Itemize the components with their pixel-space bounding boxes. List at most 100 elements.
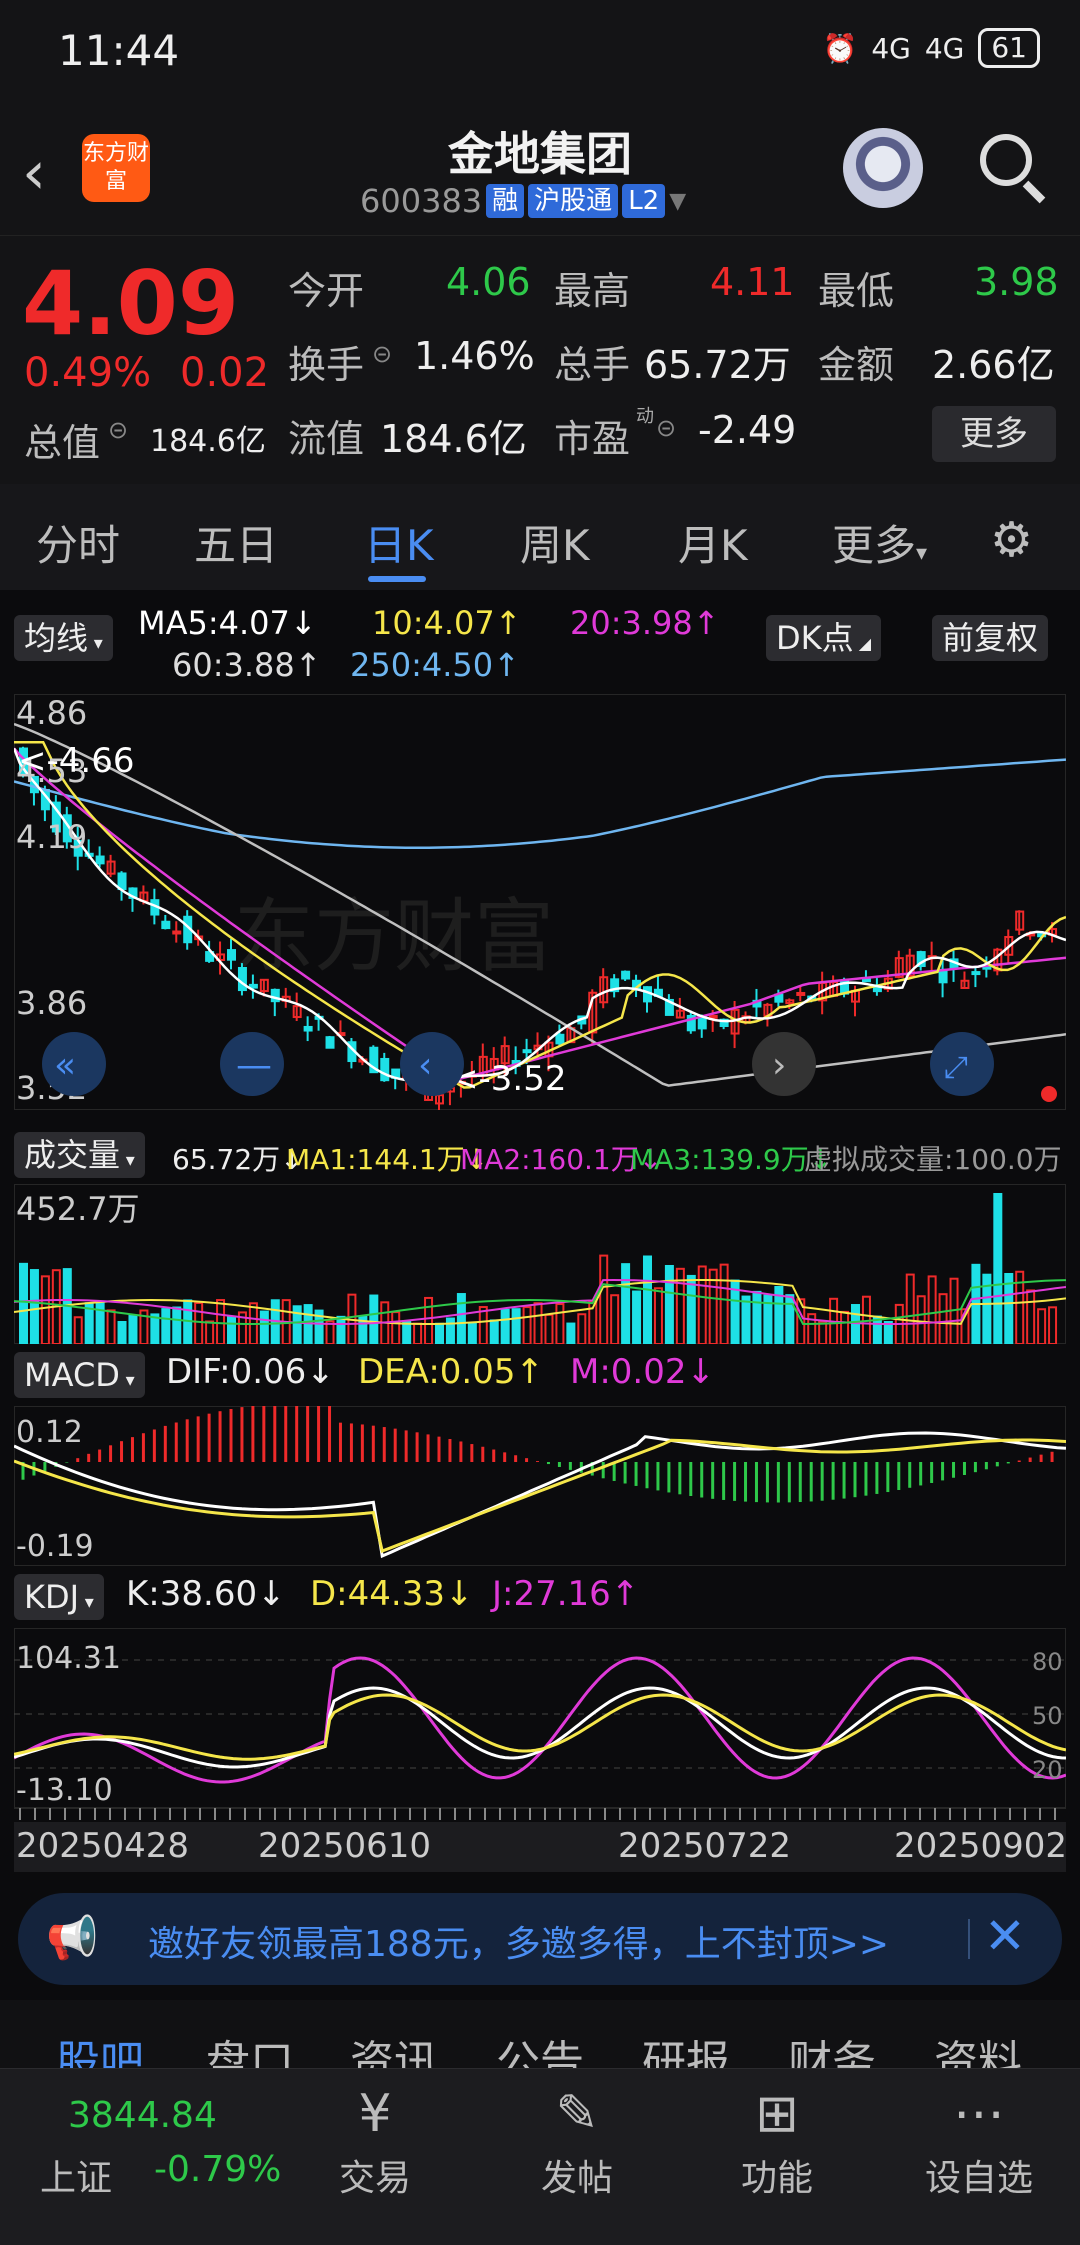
tab-news[interactable]: 资讯 [350,2026,438,2070]
kdj-80-label: 80 [1032,1648,1063,1676]
battery-icon: 61 [978,28,1040,68]
grid-icon: ⊞ [755,2084,799,2144]
volume-bar [643,1255,652,1344]
index-change[interactable]: -0.79% [154,2149,281,2190]
macd-selector[interactable]: MACD ▾ [14,1352,145,1398]
volume-bar [916,1295,926,1344]
nav-functions[interactable]: ⊞ 功能 [712,2079,842,2201]
macd-top-label: 0.12 [16,1415,83,1450]
tab-intraday[interactable]: 分时 [36,512,120,573]
info-icon[interactable]: ⊝ [656,414,676,442]
volume-selector[interactable]: 成交量 ▾ [14,1132,145,1178]
tab-weekly-k[interactable]: 周K [520,512,590,573]
zoom-out-button[interactable]: — [220,1032,284,1096]
candle-body [522,1049,532,1054]
volume-bar [194,1301,204,1344]
nav-watchlist[interactable]: ⋯ 设自选 [914,2079,1044,2201]
clock: 11:44 [58,26,180,75]
tab-more[interactable]: 更多▾ [832,512,927,573]
tab-profile[interactable]: 资料 [934,2026,1022,2070]
nav-trade[interactable]: ¥ 交易 [310,2079,440,2201]
candle-body [227,949,236,961]
gear-icon[interactable]: ⚙ [990,512,1033,568]
volume-bar [905,1273,915,1344]
scroll-left-button[interactable]: ‹ [400,1032,464,1096]
tab-research[interactable]: 研报 [642,2026,730,2070]
open-value: 4.06 [446,260,531,304]
candle-body [971,971,981,976]
fullscreen-button[interactable]: ⤢ [930,1032,994,1096]
kdj-selector[interactable]: KDJ ▾ [14,1574,104,1620]
kdj-d: D:44.33↓ [310,1574,474,1614]
macd-bottom-label: -0.19 [16,1529,94,1564]
volume-bar [106,1309,116,1344]
period-tabs: 分时 五日 日K 周K 月K 更多▾ ⚙ [0,484,1080,590]
tab-orderbook[interactable]: 盘口 [206,2026,294,2070]
volume-bar [741,1295,751,1344]
info-icon[interactable]: ⊝ [372,340,392,368]
amount-value: 2.66亿 [932,343,1055,387]
stock-code-row[interactable]: 600383 融 沪股通 L2 ▼ [360,182,686,220]
kdj-chart[interactable]: 104.31 -13.10 80 50 20 [14,1628,1066,1828]
tab-finance[interactable]: 财务 [788,2026,876,2070]
ma-selector[interactable]: 均线 ▾ [14,615,113,661]
tab-five-day[interactable]: 五日 [194,512,278,573]
volume-bar [566,1322,576,1344]
volume-bar [818,1320,828,1344]
index-value[interactable]: 3844.84 [68,2095,217,2136]
date-label: 20250902 [894,1826,1068,1866]
adjust-button[interactable]: 前复权 [932,615,1049,661]
pe-label: 市盈 [554,417,631,461]
kdj-20-label: 20 [1032,1756,1063,1784]
tab-announcements[interactable]: 公告 [496,2026,584,2070]
bottom-nav: 3844.84 上证 -0.79% ¥ 交易 ✎ 发帖 ⊞ 功能 ⋯ 设自选 [0,2068,1080,2245]
index-name[interactable]: 上证 [40,2149,112,2201]
volume-label: 总手 [554,343,631,387]
active-tab-indicator [368,576,426,582]
assistant-robot-icon[interactable] [843,128,923,208]
close-icon[interactable]: ✕ [984,1907,1026,1965]
volume-bar [938,1293,948,1344]
more-button[interactable]: 更多 [932,406,1056,462]
ma60-label: 60:3.88↑ [172,646,322,684]
pe-value: -2.49 [698,408,797,452]
kdj-j: J:27.16↑ [492,1574,640,1614]
svg-text:‹: ‹ [418,1045,432,1086]
turnover-value: 1.46% [414,334,535,378]
tab-monthly-k[interactable]: 月K [678,512,748,573]
stock-header: ‹ 东方财富 金地集团 600383 融 沪股通 L2 ▼ [0,100,1080,236]
volume-bar [752,1290,762,1344]
candle-body [95,855,105,865]
ma5-label: MA5:4.07↓ [138,604,317,642]
volume-bar [391,1311,401,1344]
l2-tag: L2 [622,184,666,218]
amount-label: 金额 [818,343,895,387]
scroll-left-fast-button[interactable]: « [42,1032,106,1096]
nav-post[interactable]: ✎ 发帖 [512,2079,642,2201]
kline-chart[interactable]: 东方财富 4.86 4.53 4.19 3.86 3.52 <-4.66 <-3… [14,694,1066,1110]
promo-banner[interactable]: 📢 邀好友领最高188元，多邀多得，上不封顶>> ✕ [18,1893,1062,1985]
info-icon[interactable]: ⊝ [108,416,128,444]
volume-max-label: 452.7万 [16,1190,140,1228]
volume-bar [993,1193,1003,1344]
tab-daily-k[interactable]: 日K [364,512,434,573]
pe-dynamic-mark: 动 [636,406,654,427]
edit-icon: ✎ [555,2084,599,2144]
volume-bar [489,1319,499,1344]
dk-point-button[interactable]: DK点 ◢ [766,615,882,661]
candle-body [621,970,631,980]
ma250-label: 250:4.50↑ [350,646,520,684]
volume-bar [621,1263,631,1344]
float-cap-value: 184.6亿 [380,417,527,461]
dropdown-icon[interactable]: ▼ [669,189,686,214]
signal-icon-2: 4G [924,31,965,65]
promo-text[interactable]: 邀好友领最高188元，多邀多得，上不封顶>> [148,1915,889,1967]
volume-bar [577,1313,587,1344]
volume-ma1: MA1:144.1万↓ [286,1143,489,1176]
macd-chart[interactable]: 0.12 -0.19 [14,1406,1066,1566]
scroll-right-button[interactable]: › [752,1032,816,1096]
candle-body [117,872,127,891]
tab-forum[interactable]: 股吧 [56,2026,144,2070]
search-icon[interactable] [980,134,1032,186]
volume-chart[interactable]: 452.7万 [14,1184,1066,1344]
